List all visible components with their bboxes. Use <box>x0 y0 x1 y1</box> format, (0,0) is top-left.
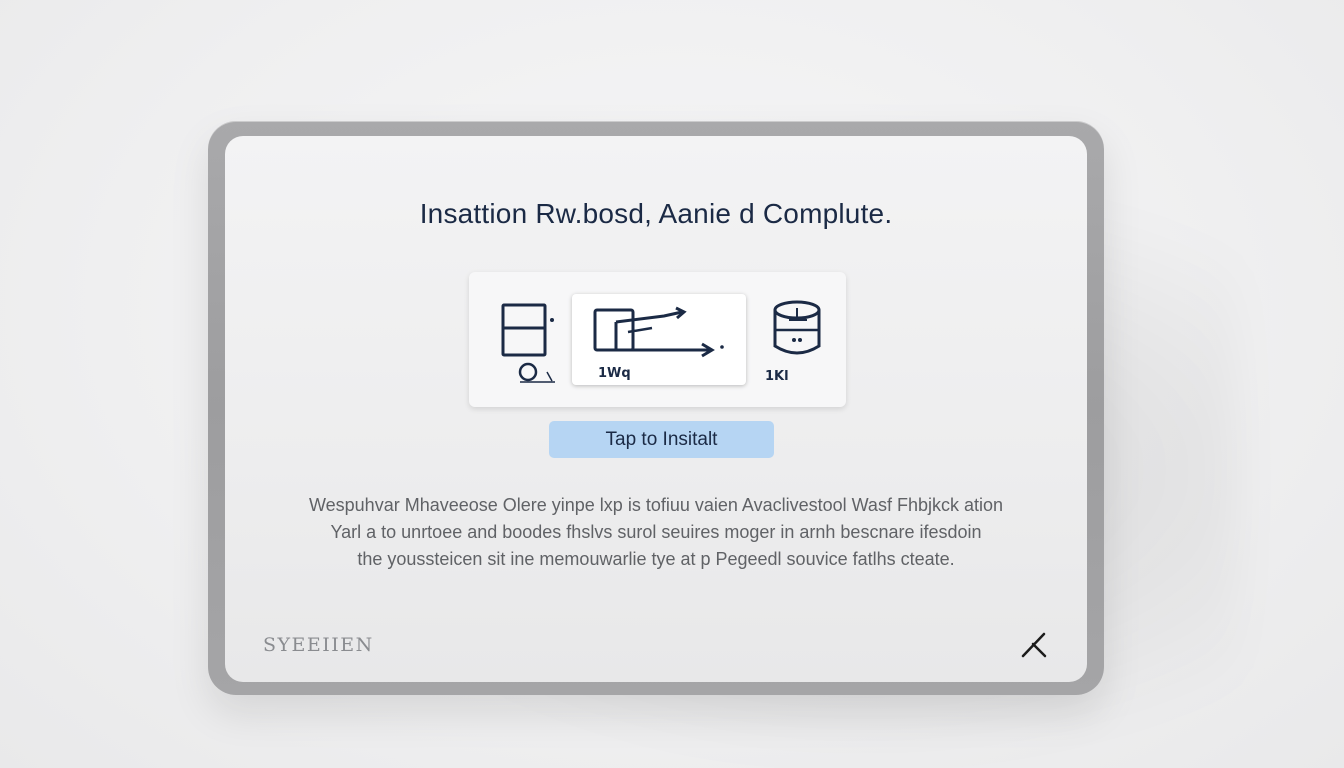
close-icon[interactable] <box>1019 630 1049 660</box>
icon-panel: 1Wq 1Kl <box>469 272 846 407</box>
tap-to-install-button[interactable]: Tap to Insitalt <box>549 421 774 458</box>
dialog-title: Insattion Rw.bosd, Aanie d Complute. <box>419 198 893 229</box>
storage-icon <box>773 300 821 355</box>
transfer-icon <box>593 306 724 358</box>
description-line: Yarl a to unrtoee and boodes fhslvs suro… <box>330 522 982 542</box>
transfer-card[interactable]: 1Wq <box>572 294 746 385</box>
description-text: Wespuhvar Mhaveeose Olere yinpe lxp is t… <box>255 492 1057 573</box>
storage-label: 1Kl <box>765 369 789 384</box>
description-line: Wespuhvar Mhaveeose Olere yinpe lxp is t… <box>308 495 1003 515</box>
install-dialog: Insattion Rw.bosd, Aanie d Complute. 1Wq… <box>225 136 1087 682</box>
device-frame: Insattion Rw.bosd, Aanie d Complute. 1Wq… <box>208 121 1104 695</box>
description-line: the youssteicen sit ine memouwarlie tye … <box>357 549 955 569</box>
transfer-label: 1Wq <box>598 366 631 381</box>
device-icon <box>501 303 555 383</box>
brand-logo: SYEEIIEN <box>263 634 374 656</box>
